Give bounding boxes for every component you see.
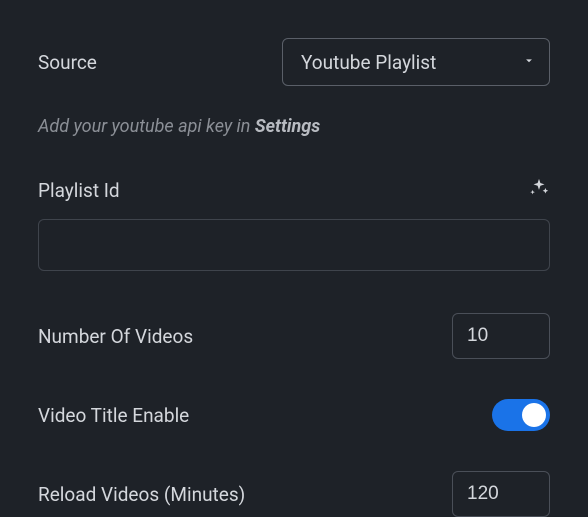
reload-videos-input[interactable] bbox=[452, 471, 550, 517]
number-of-videos-input[interactable] bbox=[452, 313, 550, 359]
video-title-enable-label: Video Title Enable bbox=[38, 404, 189, 427]
reload-videos-label: Reload Videos (Minutes) bbox=[38, 483, 245, 506]
reload-videos-row: Reload Videos (Minutes) bbox=[38, 471, 550, 517]
video-title-enable-row: Video Title Enable bbox=[38, 399, 550, 431]
source-row: Source Youtube Playlist bbox=[38, 38, 550, 86]
playlist-id-input[interactable] bbox=[38, 219, 550, 271]
api-key-hint: Add your youtube api key in Settings bbox=[38, 116, 550, 137]
source-select[interactable]: Youtube Playlist bbox=[282, 38, 550, 86]
number-of-videos-label: Number Of Videos bbox=[38, 325, 193, 348]
hint-prefix: Add your youtube api key in bbox=[38, 116, 255, 137]
video-title-enable-toggle[interactable] bbox=[492, 399, 550, 431]
playlist-id-label: Playlist Id bbox=[38, 179, 120, 202]
number-of-videos-row: Number Of Videos bbox=[38, 313, 550, 359]
hint-settings-link[interactable]: Settings bbox=[255, 116, 320, 137]
playlist-id-label-row: Playlist Id bbox=[38, 177, 550, 203]
source-select-value: Youtube Playlist bbox=[301, 51, 436, 74]
source-select-wrap: Youtube Playlist bbox=[282, 38, 550, 86]
source-label: Source bbox=[38, 51, 97, 74]
sparkle-icon[interactable] bbox=[528, 177, 550, 203]
playlist-id-input-wrap bbox=[38, 219, 550, 271]
